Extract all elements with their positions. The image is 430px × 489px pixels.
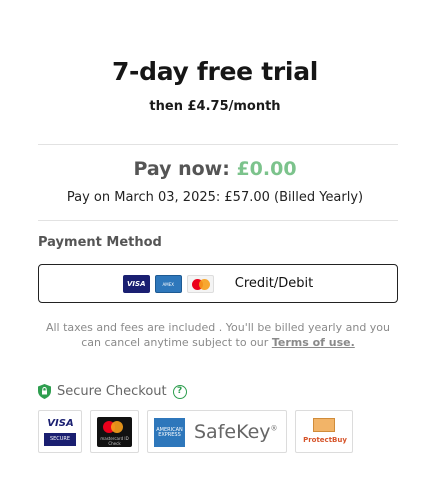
mastercard-id-check-badge: mastercard ID Check [90, 410, 139, 453]
payment-method-heading: Payment Method [38, 235, 162, 250]
amex-badge-logo: AMERICAN EXPRESS [154, 418, 185, 447]
protectbuy-badge: ProtectBuy [295, 410, 353, 453]
protectbuy-text: ProtectBuy [303, 436, 347, 444]
secure-checkout: Secure Checkout ? [38, 384, 187, 399]
divider [38, 144, 398, 145]
mastercard-icon [186, 274, 214, 293]
billing-notice: All taxes and fees are included . You'll… [40, 320, 396, 350]
visa-badge-secure: SECURE [44, 433, 76, 446]
help-icon[interactable]: ? [172, 384, 187, 399]
divider [38, 220, 398, 221]
visa-badge-logo: VISA [47, 418, 74, 429]
visa-icon: VISA [122, 274, 150, 293]
mastercard-badge-text: mastercard ID Check [100, 436, 129, 446]
page-title: 7-day free trial [111, 57, 319, 86]
credit-debit-option-button[interactable]: VISA AMEX Credit/Debit [38, 264, 398, 303]
safekey-wordmark: SafeKey® [194, 421, 278, 443]
page-subtitle: then £4.75/month [149, 99, 281, 114]
pay-now-label: Pay now: [133, 158, 230, 180]
pay-now-amount: £0.00 [236, 158, 297, 180]
mastercard-logo-icon: mastercard ID Check [97, 417, 132, 447]
amex-icon: AMEX [154, 274, 182, 293]
amex-safekey-badge: AMERICAN EXPRESS SafeKey® [147, 410, 287, 453]
shield-lock-icon [38, 384, 51, 399]
card-icon [313, 418, 335, 432]
credit-debit-label: Credit/Debit [234, 276, 314, 291]
visa-secure-badge: VISA SECURE [38, 410, 82, 453]
secure-checkout-label: Secure Checkout [57, 384, 167, 399]
terms-of-use-link[interactable]: Terms of use. [272, 336, 355, 349]
pay-now-line: Pay now: £0.00 [0, 158, 430, 180]
pay-on-text: Pay on March 03, 2025: £57.00 (Billed Ye… [66, 190, 364, 205]
